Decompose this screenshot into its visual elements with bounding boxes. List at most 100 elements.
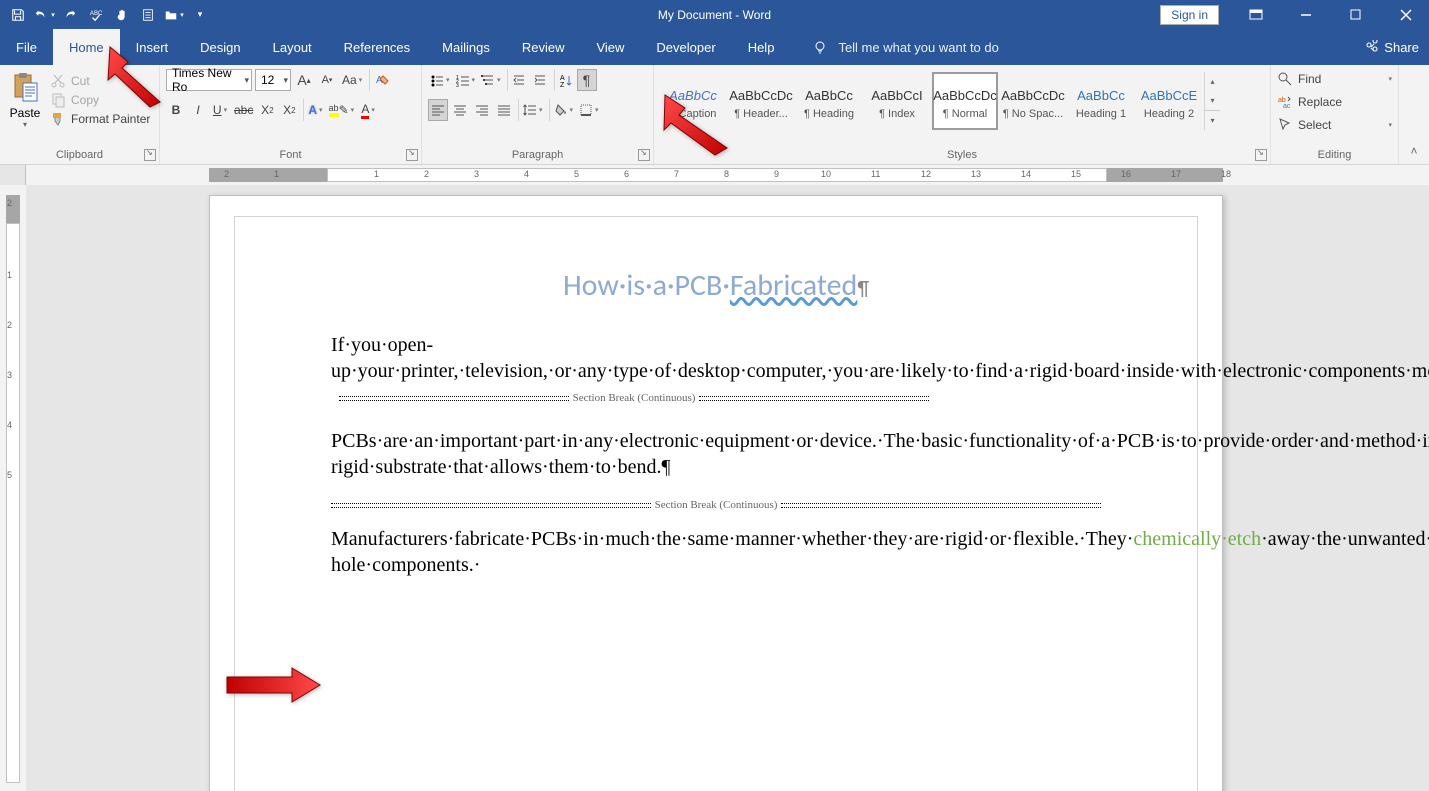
clipboard-dialog-launcher[interactable] [144,149,156,161]
strikethrough-button[interactable]: abc [232,99,255,121]
annotation-arrow-2 [655,90,735,163]
spellcheck-icon[interactable]: ABC [84,3,108,27]
style-item[interactable]: AaBbCcHeading 1 [1068,72,1134,130]
paragraph-2[interactable]: PCBs·are·an·important·part·in·any·electr… [331,428,1101,480]
font-group-label: Font [160,149,421,161]
change-case-button[interactable]: Aa▾ [340,69,364,91]
document-area: 2 1 2 3 4 5 How·is·a·PCB·Fabricated¶ If·… [0,185,1429,791]
style-item[interactable]: AaBbCcI¶ Index [864,72,930,130]
subscript-button[interactable]: X2 [257,99,277,121]
align-center-button[interactable] [450,99,470,121]
grow-font-button[interactable]: A▴ [294,69,314,91]
section-break-2: Section Break (Continuous) [331,498,1101,512]
save-icon[interactable] [6,3,30,27]
italic-button[interactable]: I [188,99,208,121]
minimize-icon[interactable] [1283,0,1329,29]
qat-customize-icon[interactable]: ▾ [188,3,212,27]
replace-button[interactable]: abacReplace [1277,92,1392,110]
style-item[interactable]: AaBbCcDc¶ Normal [932,72,998,130]
style-item[interactable]: AaBbCcDc¶ Header... [728,72,794,130]
hand-icon[interactable] [110,3,134,27]
font-dialog-launcher[interactable] [406,149,418,161]
copy-label: Copy [71,93,99,107]
align-left-button[interactable] [428,99,448,121]
cut-label: Cut [71,74,90,88]
style-item[interactable]: AaBbCc¶ Heading [796,72,862,130]
ruler-track: 1 2 1 2 3 4 5 6 7 8 9 10 11 12 13 14 15 … [26,165,1429,185]
font-name-combo[interactable]: Times New Ro▾ [166,69,252,91]
clear-formatting-button[interactable]: A [369,69,392,91]
shrink-font-button[interactable]: A▾ [317,69,337,91]
clipboard-group-label: Clipboard [0,149,159,161]
replace-label: Replace [1298,95,1342,109]
paste-button[interactable]: Paste ▾ [6,69,44,129]
close-icon[interactable] [1383,0,1429,29]
tab-help[interactable]: Help [732,29,791,65]
document-icon[interactable] [136,3,160,27]
tab-review[interactable]: Review [506,29,581,65]
shading-button[interactable]: ▾ [549,99,576,121]
font-color-button[interactable]: A▾ [358,99,378,121]
tab-design[interactable]: Design [184,29,256,65]
svg-text:ac: ac [1283,103,1291,110]
font-name-value: Times New Ro [172,66,244,94]
svg-text:3: 3 [456,83,459,87]
show-hide-paragraph-button[interactable]: ¶ [577,69,597,91]
editing-group-label: Editing [1271,149,1398,161]
align-right-button[interactable] [472,99,492,121]
svg-text:ABC: ABC [90,10,103,17]
select-button[interactable]: Select▾ [1277,115,1392,133]
search-icon [1277,71,1293,87]
tab-file[interactable]: File [0,29,53,65]
justify-button[interactable] [494,99,514,121]
tell-me-search[interactable]: Tell me what you want to do [812,29,998,65]
undo-icon[interactable]: ▾ [32,3,56,27]
page[interactable]: How·is·a·PCB·Fabricated¶ If·you·open-up·… [209,195,1223,791]
maximize-icon[interactable] [1333,0,1379,29]
numbering-button[interactable]: 123▾ [454,69,478,91]
font-size-combo[interactable]: 12▾ [255,69,291,91]
borders-button[interactable]: ▾ [577,99,601,121]
document-heading[interactable]: How·is·a·PCB·Fabricated¶ [331,267,1101,304]
p2-text-a: PCBs·are·an·important·part·in·any·electr… [331,430,1429,452]
tab-layout[interactable]: Layout [257,29,328,65]
share-button[interactable]: Share [1365,29,1419,65]
vertical-ruler[interactable]: 2 1 2 3 4 5 [0,185,26,791]
paragraph-3[interactable]: Manufacturers·fabricate·PCBs·in·much·the… [331,526,1101,578]
bullets-button[interactable]: ▾ [428,69,452,91]
style-item[interactable]: AaBbCcEHeading 2 [1136,72,1202,130]
ruler-corner [0,165,26,185]
sign-in-button[interactable]: Sign in [1160,5,1219,25]
tab-mailings[interactable]: Mailings [426,29,506,65]
multilevel-list-button[interactable]: ▾ [479,69,503,91]
sort-button[interactable]: AZ [554,69,575,91]
folder-icon[interactable]: ▾ [162,3,186,27]
heading-text-1: How·is·a·PCB· [563,267,730,304]
collapse-ribbon-button[interactable]: ˄ [1399,65,1429,164]
underline-button[interactable]: U▾ [210,99,230,121]
window-title: My Document - Word [658,8,771,22]
increase-indent-button[interactable] [530,69,550,91]
brush-icon [50,111,66,127]
superscript-button[interactable]: X2 [279,99,299,121]
p3-link[interactable]: chemically·etch [1133,528,1261,550]
ribbon-display-icon[interactable] [1233,0,1279,29]
paragraph-1[interactable]: If·you·open-up·your·printer,·television,… [331,332,1101,410]
svg-text:Z: Z [560,82,565,87]
group-styles: AaBbCc¶ CaptionAaBbCcDc¶ Header...AaBbCc… [654,65,1271,164]
tab-view[interactable]: View [580,29,640,65]
tab-developer[interactable]: Developer [640,29,731,65]
decrease-indent-button[interactable] [507,69,528,91]
tab-references[interactable]: References [328,29,426,65]
redo-icon[interactable] [58,3,82,27]
horizontal-ruler[interactable]: 1 2 1 2 3 4 5 6 7 8 9 10 11 12 13 14 15 … [0,165,1429,185]
text-effects-button[interactable]: A▾ [303,99,324,121]
heading-text-wavy: Fabricated [730,267,857,304]
style-item[interactable]: AaBbCcDc¶ No Spac... [1000,72,1066,130]
styles-more-button[interactable]: ▴▾▾ [1204,72,1220,130]
highlight-button[interactable]: ab✎▾ [327,99,357,121]
find-button[interactable]: Find▾ [1277,69,1392,87]
styles-dialog-launcher[interactable] [1255,149,1267,161]
line-spacing-button[interactable]: ▾ [518,99,545,121]
paragraph-dialog-launcher[interactable] [638,149,650,161]
